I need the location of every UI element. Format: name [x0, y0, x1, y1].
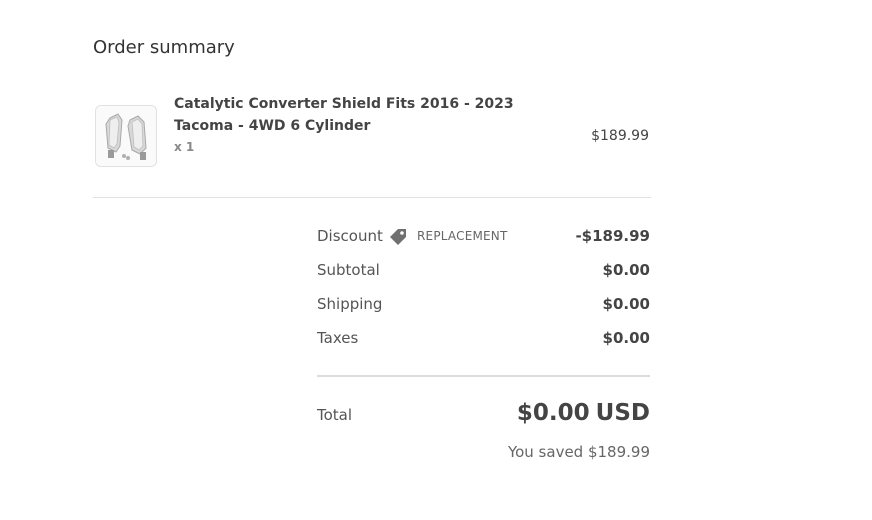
- subtotal-label: Subtotal: [317, 261, 380, 279]
- taxes-value: $0.00: [602, 329, 650, 347]
- tag-icon: [388, 227, 408, 247]
- product-quantity: x 1: [174, 140, 195, 154]
- total-amount: $0.00 USD: [517, 400, 650, 426]
- total-divider: [317, 375, 650, 377]
- product-title: Catalytic Converter Shield Fits 2016 - 2…: [174, 96, 514, 134]
- taxes-label: Taxes: [317, 329, 359, 347]
- shipping-value: $0.00: [602, 295, 650, 313]
- total-amount-value: $0.00: [516, 400, 590, 426]
- discount-row: Discount REPLACEMENT -$189.99: [317, 227, 650, 247]
- product-price: $189.99: [591, 128, 649, 144]
- total-currency: USD: [595, 400, 650, 426]
- discount-label: Discount: [317, 227, 383, 245]
- subtotal-value: $0.00: [602, 261, 650, 279]
- product-image-graphic: [96, 106, 156, 166]
- discount-code: REPLACEMENT: [417, 229, 508, 243]
- product-image: [95, 105, 157, 167]
- subtotal-row: Subtotal $0.00: [317, 261, 650, 281]
- shipping-label: Shipping: [317, 295, 383, 313]
- order-summary-heading: Order summary: [93, 37, 235, 58]
- taxes-row: Taxes $0.00: [317, 329, 650, 349]
- total-label: Total: [317, 406, 353, 424]
- discount-value: -$189.99: [575, 227, 650, 245]
- shipping-row: Shipping $0.00: [317, 295, 650, 315]
- savings-note: You saved $189.99: [507, 443, 650, 461]
- summary-divider: [93, 197, 651, 198]
